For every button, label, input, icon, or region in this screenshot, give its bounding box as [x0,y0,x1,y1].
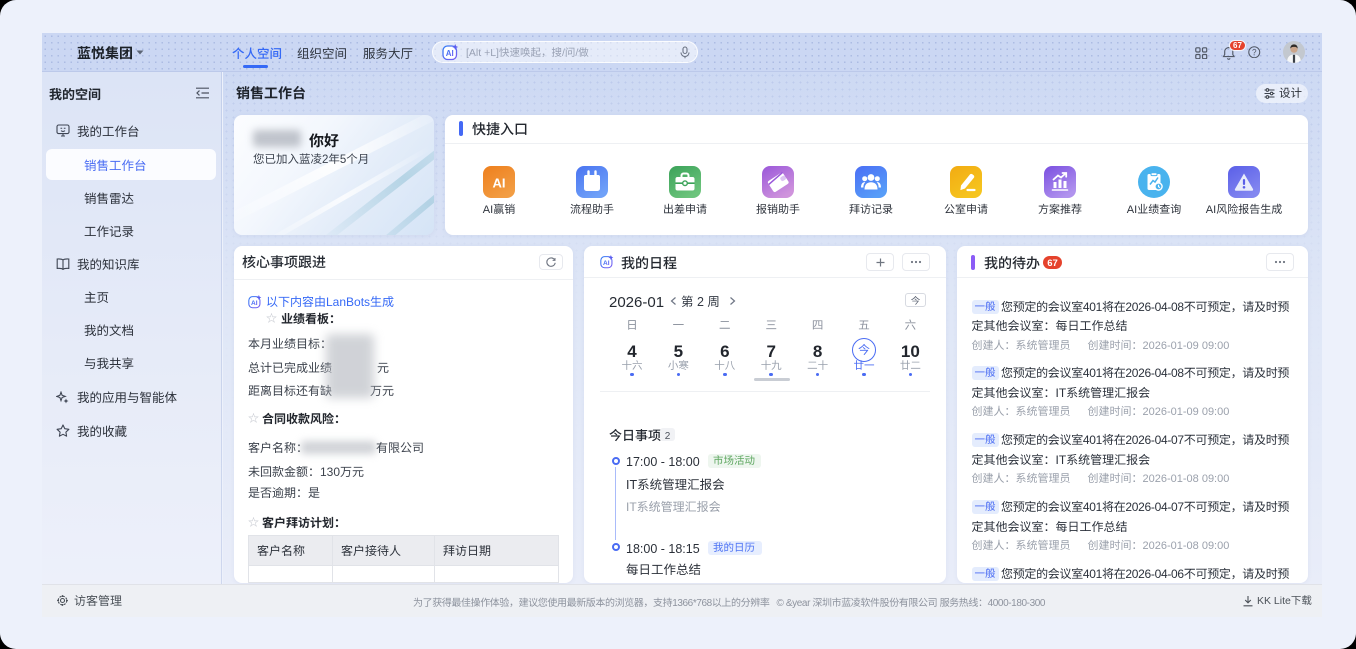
svg-text:?: ? [1252,48,1257,57]
svg-text:AI: AI [493,176,506,191]
svg-text:AI: AI [251,300,258,307]
svg-text:AI: AI [603,260,610,267]
svg-text:AI: AI [446,49,454,58]
